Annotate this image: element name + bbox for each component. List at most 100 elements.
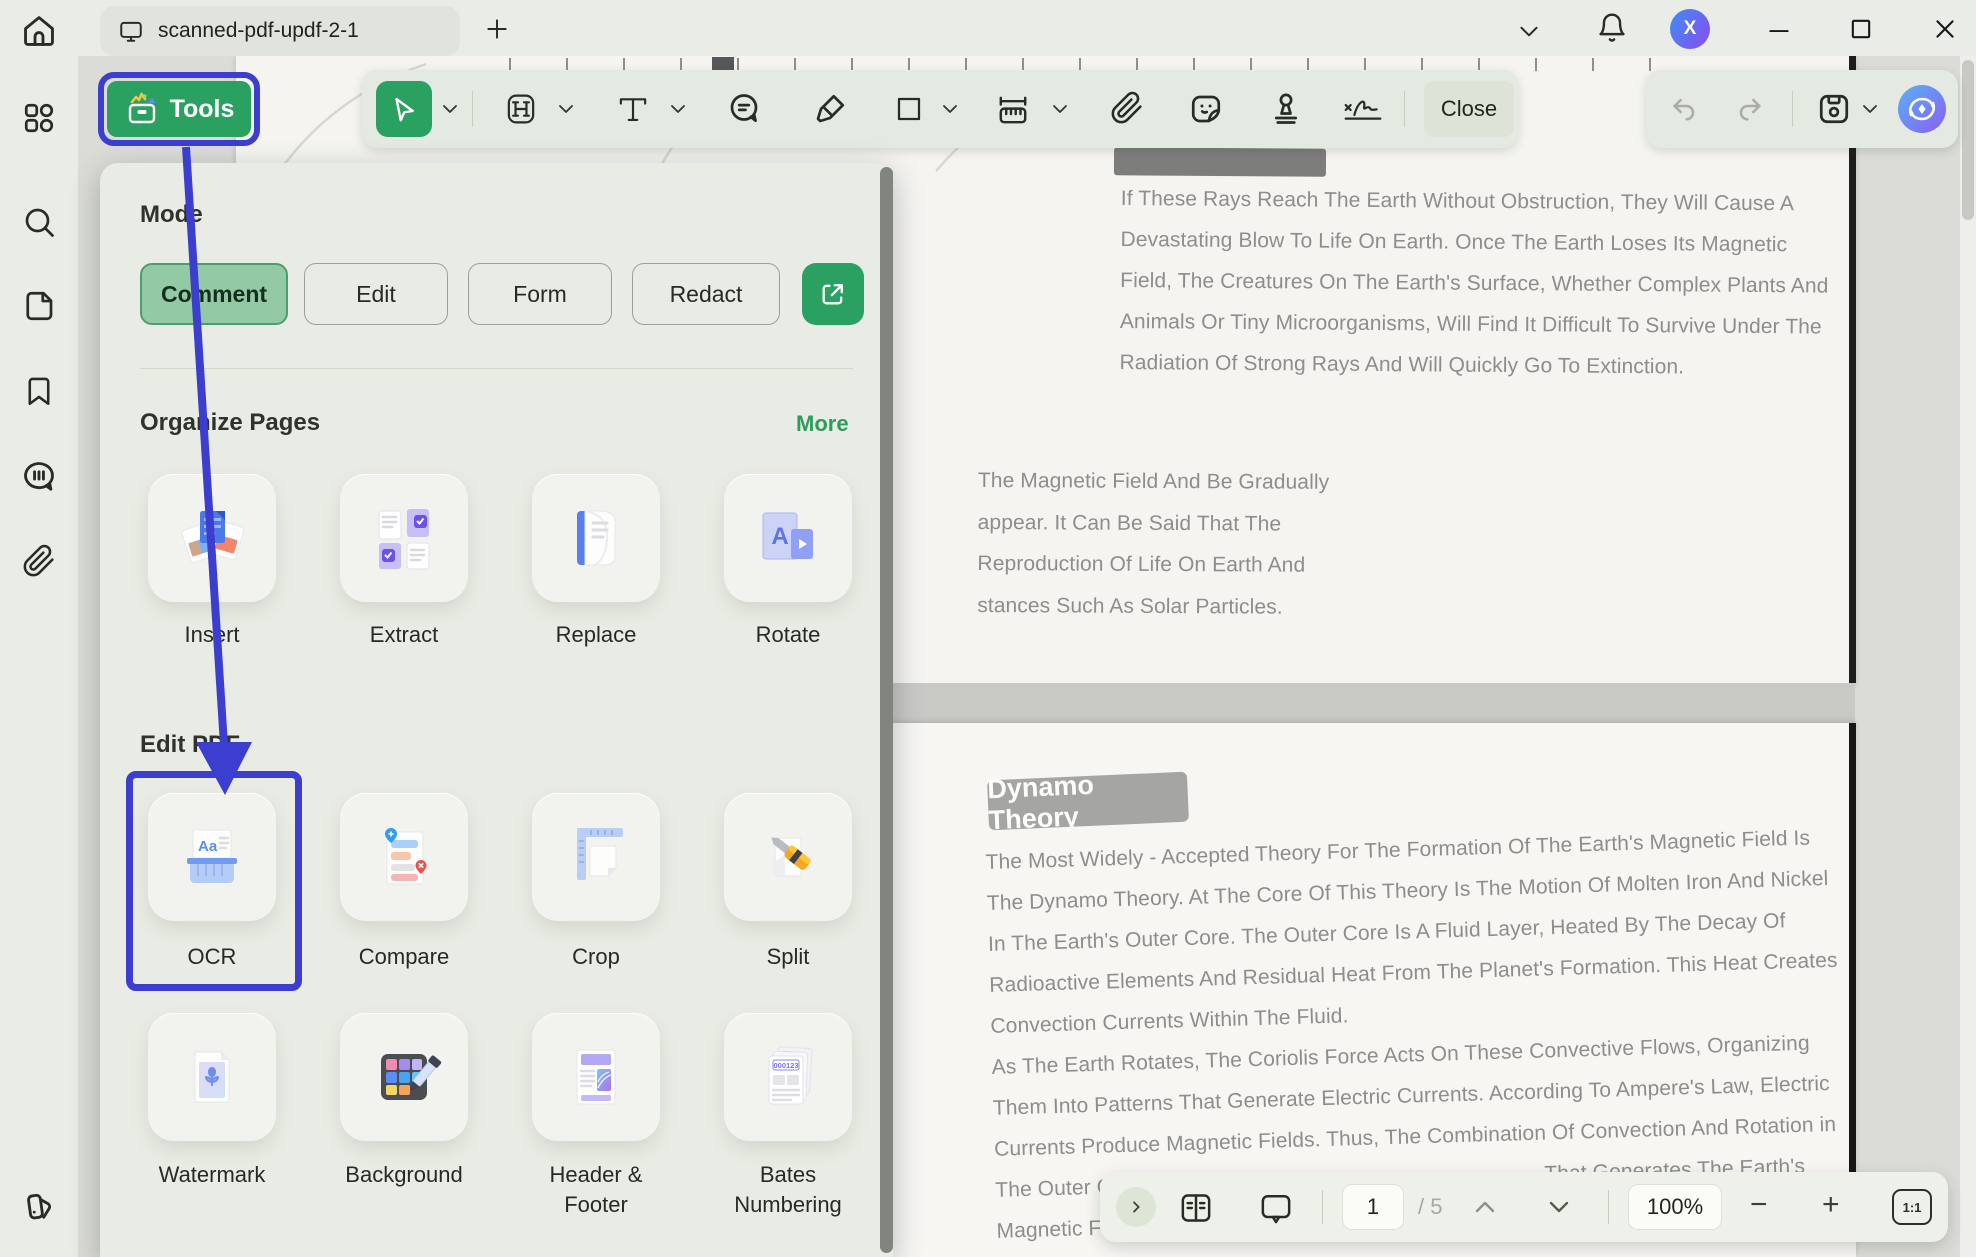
undo-icon[interactable] [1668, 94, 1700, 126]
page1-partial-line: Reproduction Of Life On Earth And [977, 543, 1329, 586]
edit-section-title: Edit PDF [140, 731, 240, 759]
minimize-icon[interactable] [1766, 17, 1792, 43]
organize-section-title: Organize Pages [140, 409, 320, 437]
save-icon[interactable] [1816, 91, 1852, 127]
external-link-icon [819, 280, 847, 308]
tile-crop[interactable] [532, 793, 660, 921]
text-tool-icon[interactable] [616, 92, 650, 126]
previous-page-chevron-up-icon[interactable] [1472, 1196, 1498, 1218]
page1-line: If These Rays Reach The Earth Without Ob… [1121, 178, 1830, 225]
open-in-new-window-button[interactable] [802, 263, 864, 325]
mode-button-comment[interactable]: Comment [140, 263, 288, 325]
sidebar-toggle-button[interactable] [1116, 1187, 1156, 1227]
tile-label-split: Split [708, 942, 868, 972]
actual-size-button[interactable]: 1:1 [1892, 1189, 1932, 1225]
maximize-icon[interactable] [1847, 15, 1875, 43]
document-tab[interactable]: scanned-pdf-updf-2-1 [100, 6, 460, 56]
annotation-toolbar: Close [362, 70, 1518, 148]
app-window: If These Rays Reach The Earth Without Ob… [0, 0, 1976, 1257]
swatches-icon[interactable] [20, 1186, 58, 1224]
svg-text:000123: 000123 [773, 1061, 798, 1070]
organize-more-link[interactable]: More [796, 411, 849, 437]
page2-line-fragment: The Outer C [995, 1166, 1113, 1210]
page2-heading-chip: Dynamo Theory [987, 772, 1189, 831]
save-chevron-down-icon[interactable] [1862, 103, 1878, 115]
page-number-value: 1 [1367, 1194, 1379, 1220]
two-page-icon[interactable] [1178, 1190, 1214, 1226]
new-tab-button[interactable] [484, 16, 510, 42]
statusbar-divider [1608, 1190, 1609, 1224]
select-icon [389, 94, 419, 124]
left-sidebar [0, 56, 78, 1257]
document-scrollbar-thumb[interactable] [1962, 60, 1974, 220]
tile-label-insert: Insert [132, 620, 292, 650]
text-tool-chevron-down-icon[interactable] [670, 103, 686, 115]
document-scrollbar[interactable] [1960, 56, 1976, 1257]
toolbox-icon [124, 92, 160, 126]
tile-bates-numbering[interactable]: 000123 [724, 1013, 852, 1141]
attachment-icon[interactable] [22, 544, 56, 578]
stamp-icon[interactable] [1268, 91, 1304, 127]
tile-header-footer[interactable] [532, 1013, 660, 1141]
signature-icon[interactable] [1342, 94, 1384, 126]
highlight-tool-chevron-down-icon[interactable] [558, 103, 574, 115]
tile-watermark[interactable] [148, 1013, 276, 1141]
tile-insert[interactable] [148, 474, 276, 602]
zoom-out-button[interactable]: − [1750, 1188, 1768, 1222]
page-number-input[interactable]: 1 [1342, 1184, 1404, 1230]
home-icon[interactable] [20, 12, 58, 50]
tools-panel: Mode Comment Edit Form Redact Organize P… [100, 163, 893, 1257]
tile-label-background: Background [324, 1160, 484, 1190]
highlight-tool-icon[interactable] [504, 92, 538, 126]
tile-split[interactable] [724, 793, 852, 921]
page1-paragraph: If These Rays Reach The Earth Without Ob… [1119, 178, 1829, 389]
close-icon[interactable] [1931, 15, 1959, 43]
comments-icon[interactable] [20, 458, 58, 496]
zoom-in-button[interactable]: + [1822, 1188, 1840, 1222]
toolbar-divider [1792, 91, 1793, 127]
tile-replace[interactable] [532, 474, 660, 602]
measure-icon[interactable] [994, 91, 1032, 129]
close-toolbar-button[interactable]: Close [1424, 81, 1514, 137]
redo-icon[interactable] [1734, 94, 1766, 126]
avatar-initial: X [1684, 18, 1697, 40]
sticker-icon[interactable] [1188, 91, 1224, 127]
next-page-chevron-down-icon[interactable] [1546, 1196, 1572, 1218]
grid-icon[interactable] [21, 100, 57, 136]
page1-partial-line: The Magnetic Field And Be Gradually [978, 460, 1330, 503]
search-icon[interactable] [21, 204, 57, 240]
select-tool-chevron-down-icon[interactable] [442, 103, 458, 115]
zoom-level-input[interactable]: 100% [1628, 1184, 1722, 1230]
tile-label-crop: Crop [516, 942, 676, 972]
pen-icon[interactable] [812, 91, 848, 127]
pdf-page-2-edge [1849, 723, 1856, 1201]
note-icon[interactable] [726, 91, 762, 127]
mode-button-redact[interactable]: Redact [632, 263, 780, 325]
shape-chevron-down-icon[interactable] [942, 103, 958, 115]
panel-scrollbar[interactable] [880, 167, 893, 1253]
shape-icon[interactable] [894, 94, 924, 124]
select-tool-button[interactable] [376, 81, 432, 137]
file-actions-toolbar [1646, 70, 1958, 148]
page1-partial-line: stances Such As Solar Particles. [977, 584, 1329, 627]
tools-button[interactable]: Tools [107, 81, 251, 137]
tile-background[interactable] [340, 1013, 468, 1141]
tile-rotate[interactable]: A [724, 474, 852, 602]
mode-button-form[interactable]: Form [468, 263, 612, 325]
attach-file-icon[interactable] [1110, 91, 1144, 125]
page1-line: Radiation Of Strong Rays And Will Quickl… [1119, 342, 1828, 389]
measure-chevron-down-icon[interactable] [1052, 103, 1068, 115]
mode-button-edit[interactable]: Edit [304, 263, 448, 325]
tab-title: scanned-pdf-updf-2-1 [158, 19, 359, 43]
chevron-down-icon[interactable] [1516, 18, 1542, 44]
statusbar-divider [1322, 1190, 1323, 1224]
tile-label-bates-numbering: Bates Numbering [712, 1160, 864, 1220]
ai-assistant-button[interactable] [1896, 83, 1948, 135]
tile-compare[interactable] [340, 793, 468, 921]
avatar[interactable]: X [1670, 9, 1710, 49]
page-icon[interactable] [21, 288, 57, 324]
bell-icon[interactable] [1596, 12, 1628, 44]
present-icon[interactable] [1258, 1190, 1294, 1226]
tile-extract[interactable] [340, 474, 468, 602]
bookmark-icon[interactable] [22, 374, 56, 408]
